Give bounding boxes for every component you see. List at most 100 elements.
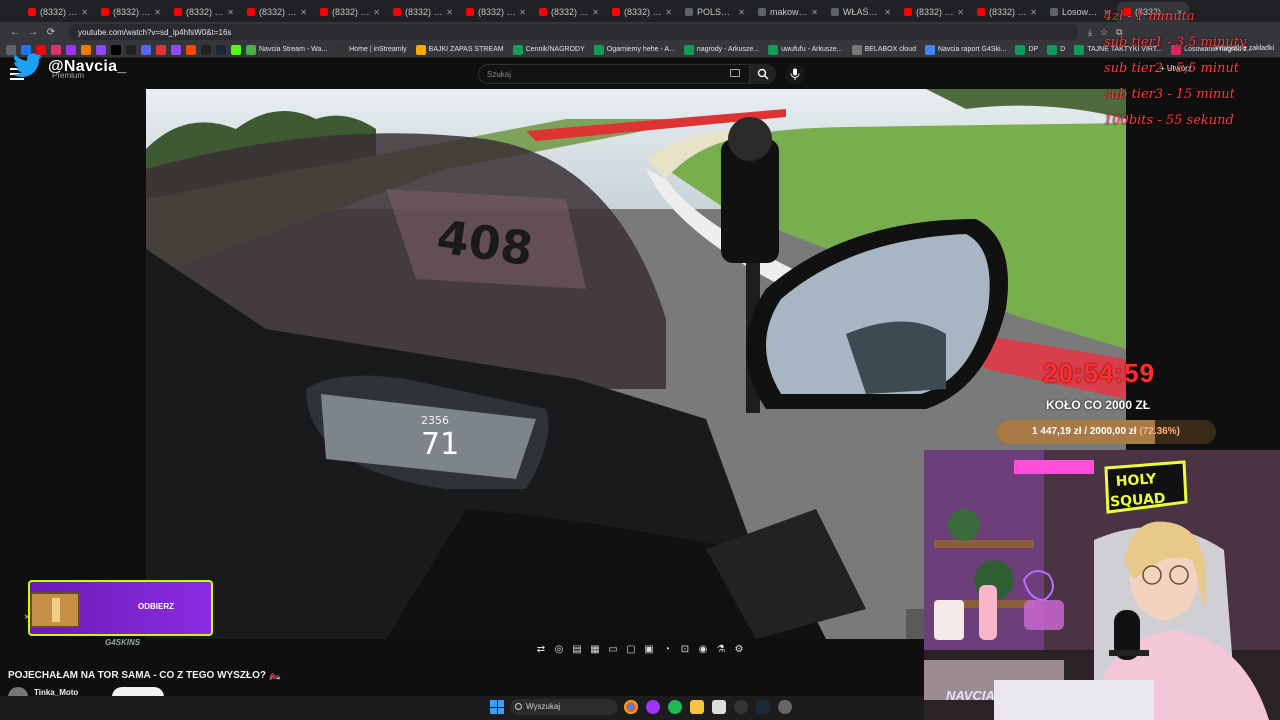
bookmark-item[interactable]: D: [1047, 44, 1065, 55]
goal-progress-text: 1 447,19 zł / 2000,00 zł (72.36%): [1032, 426, 1180, 437]
bookmark-item[interactable]: Navcia Stream - Wa...: [246, 44, 327, 55]
tiktok-icon[interactable]: [126, 44, 136, 55]
miniplayer-icon[interactable]: ▢: [625, 644, 637, 660]
notepad-icon[interactable]: [712, 700, 726, 714]
chrome-icon[interactable]: [624, 700, 638, 714]
webcam-name-tag: NAVCIA: [946, 688, 995, 703]
address-bar[interactable]: youtube.com/watch?v=sd_lp4hfsW0&t=16s: [68, 24, 1078, 40]
tab-close-icon[interactable]: ✕: [738, 8, 745, 17]
tab-favicon-icon: [904, 8, 912, 16]
voice-search-button[interactable]: [785, 64, 805, 84]
tab-close-icon[interactable]: ✕: [300, 8, 307, 17]
instagram-icon[interactable]: [51, 44, 61, 55]
bookmark-item[interactable]: Cennik/NAGRODY: [512, 44, 585, 55]
bookmark-label: BAJKI ZAPAS STREAM: [428, 46, 504, 53]
messenger-icon[interactable]: [66, 44, 76, 55]
messenger-icon[interactable]: [646, 700, 660, 714]
screen-icon[interactable]: ▭: [607, 644, 619, 660]
camera-icon[interactable]: ◉: [697, 644, 709, 660]
tab-close-icon[interactable]: ✕: [592, 8, 599, 17]
speed-icon[interactable]: ◔: [661, 644, 673, 660]
obs-icon[interactable]: [734, 700, 748, 714]
tab-favicon-icon: [174, 8, 182, 16]
bookmark-icon: [851, 44, 862, 55]
bookmark-item[interactable]: nagrody - Arkusze...: [683, 44, 759, 55]
bookmark-item[interactable]: BELABOX cloud: [851, 44, 916, 55]
tab-close-icon[interactable]: ✕: [81, 8, 88, 17]
close-icon[interactable]: ×: [24, 612, 30, 623]
bookmark-item[interactable]: Ogarniemy hehe - A...: [593, 44, 675, 55]
promo-claim-button[interactable]: ODBIERZ: [138, 602, 174, 611]
video-title: POJECHAŁAM NA TOR SAMA - CO Z TEGO WYSZŁ…: [8, 670, 282, 681]
taskbar-search[interactable]: Wyszukaj: [510, 699, 618, 715]
tab-close-icon[interactable]: ✕: [1030, 8, 1037, 17]
browser-tab[interactable]: (8332) YouTu✕: [95, 2, 167, 22]
search-button[interactable]: [750, 64, 776, 84]
back-icon[interactable]: ←: [8, 27, 22, 38]
discord-icon[interactable]: [141, 44, 151, 55]
bookmark-item[interactable]: Home | inStreamly: [336, 44, 407, 55]
forward-icon[interactable]: →: [26, 27, 40, 38]
subtitles-icon[interactable]: ▣: [643, 644, 655, 660]
tab-title: (8332) POLSK: [624, 7, 662, 17]
clip-icon[interactable]: ▤: [571, 644, 583, 660]
settings-gear-icon[interactable]: [778, 700, 792, 714]
browser-tab[interactable]: makowkamani✕: [752, 2, 824, 22]
install-icon[interactable]: ⤓: [1088, 27, 1092, 38]
calendar-icon[interactable]: ▦: [589, 644, 601, 660]
tiktok-icon[interactable]: [201, 44, 211, 55]
loop-icon[interactable]: ⇄: [535, 644, 547, 660]
bookmark-item[interactable]: uwufufu - Arkusze...: [768, 44, 843, 55]
address-row: ← → ⟳ youtube.com/watch?v=sd_lp4hfsW0&t=…: [0, 22, 1280, 42]
tab-close-icon[interactable]: ✕: [519, 8, 526, 17]
flask-icon[interactable]: ⚗: [715, 644, 727, 660]
browser-tab[interactable]: (8332) POLSK✕: [606, 2, 678, 22]
reload-icon[interactable]: ⟳: [44, 27, 58, 38]
screenshot-icon[interactable]: ⊡: [679, 644, 691, 660]
ebay-icon[interactable]: [156, 44, 166, 55]
reddit-icon[interactable]: [186, 44, 196, 55]
steam-icon[interactable]: [216, 44, 226, 55]
explorer-icon[interactable]: [690, 700, 704, 714]
browser-tab[interactable]: POLSKIE WIEL✕: [679, 2, 751, 22]
shop-icon[interactable]: [81, 44, 91, 55]
browser-tab[interactable]: (8332) Julia w✕: [241, 2, 313, 22]
tab-close-icon[interactable]: ✕: [811, 8, 818, 17]
twitch-icon[interactable]: [171, 44, 181, 55]
settings-icon[interactable]: ⚙: [733, 644, 745, 660]
twitch-icon[interactable]: [96, 44, 106, 55]
g4skins-promo[interactable]: ODBIERZ G4SKINS ×: [20, 574, 220, 654]
tab-close-icon[interactable]: ✕: [665, 8, 672, 17]
bookmark-item[interactable]: DP: [1015, 44, 1038, 55]
browser-tab[interactable]: (8332) Stop C✕: [460, 2, 532, 22]
tab-close-icon[interactable]: ✕: [373, 8, 380, 17]
steam-icon[interactable]: [756, 700, 770, 714]
bookmark-icon: [336, 44, 347, 55]
bookmark-item[interactable]: Navcia raport G4Ski...: [924, 44, 1006, 55]
tab-title: (8332) Najba: [405, 7, 443, 17]
spotify-icon[interactable]: [668, 700, 682, 714]
browser-tab[interactable]: WŁAŚCICIEL I✕: [825, 2, 897, 22]
tab-close-icon[interactable]: ✕: [957, 8, 964, 17]
browser-tab[interactable]: (8332) Najba✕: [387, 2, 459, 22]
cast-icon[interactable]: ◎: [553, 644, 565, 660]
browser-tab[interactable]: (8332) Porad✕: [971, 2, 1043, 22]
browser-tab[interactable]: (8332) ZAORI✕: [314, 2, 386, 22]
tab-favicon-icon: [539, 8, 547, 16]
keyboard-icon[interactable]: [730, 69, 740, 77]
browser-tab[interactable]: (8332) YouTu✕: [533, 2, 605, 22]
browser-tab[interactable]: (8332) DECYZ✕: [168, 2, 240, 22]
tab-close-icon[interactable]: ✕: [884, 8, 891, 17]
search-input[interactable]: Szukaj: [478, 64, 750, 84]
bookmark-icon: [1074, 44, 1085, 55]
kick-icon[interactable]: [231, 44, 241, 55]
x-icon[interactable]: [111, 44, 121, 55]
tab-close-icon[interactable]: ✕: [446, 8, 453, 17]
bookmark-item[interactable]: BAJKI ZAPAS STREAM: [415, 44, 504, 55]
windows-start-icon[interactable]: [490, 700, 504, 714]
tab-close-icon[interactable]: ✕: [227, 8, 234, 17]
tab-title: (8332) Stop C: [478, 7, 516, 17]
browser-tab[interactable]: (8332) YouTu✕: [22, 2, 94, 22]
tab-close-icon[interactable]: ✕: [154, 8, 161, 17]
browser-tab[interactable]: (8332) Odchu✕: [898, 2, 970, 22]
